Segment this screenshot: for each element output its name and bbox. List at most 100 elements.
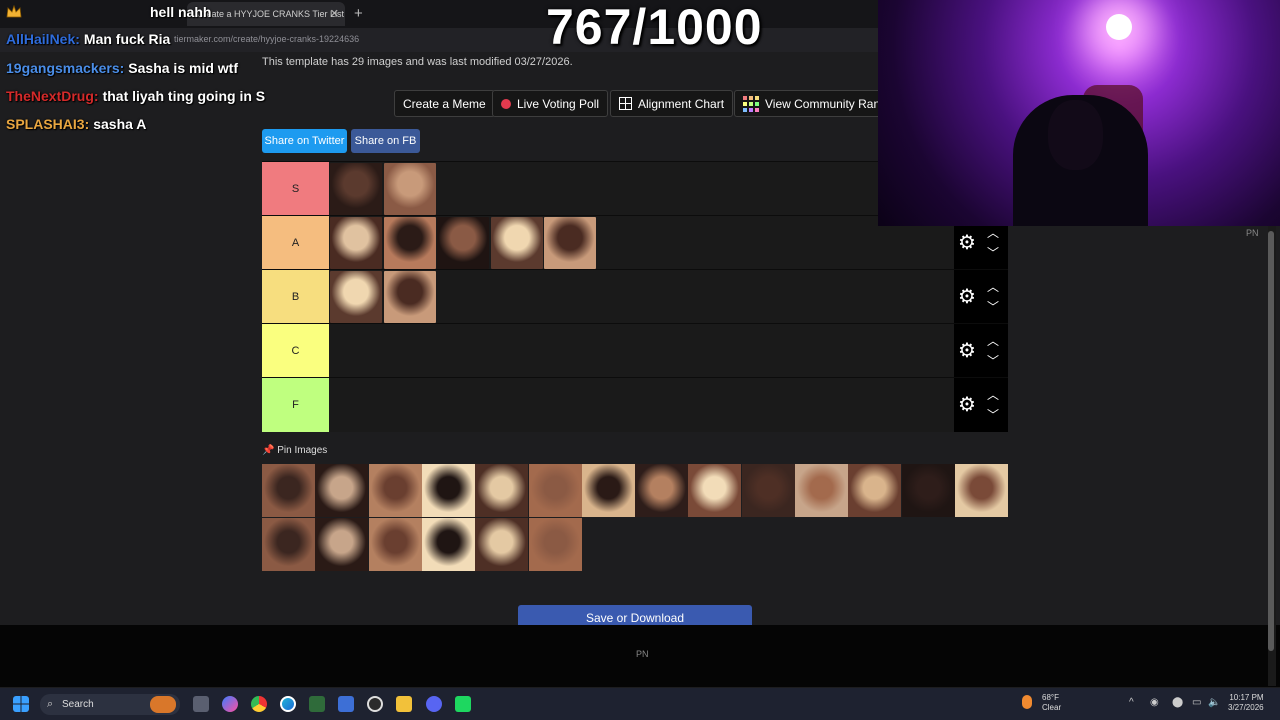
tier-dropzone[interactable]: [329, 270, 954, 324]
tier-dropzone[interactable]: [329, 324, 954, 378]
url-text[interactable]: tiermaker.com/create/hyyjoe-cranks-19224…: [174, 34, 359, 44]
tier-image[interactable]: [383, 163, 436, 215]
system-clock[interactable]: 10:17 PM 3/27/2026: [1228, 693, 1264, 713]
record-dot-icon: [501, 98, 511, 109]
gear-icon[interactable]: ⚙: [958, 233, 976, 253]
pool-image[interactable]: [315, 464, 369, 517]
microphone-icon[interactable]: ⬤: [1172, 697, 1183, 708]
tier-image[interactable]: [330, 217, 382, 269]
chevron-up-icon[interactable]: ︿: [987, 386, 999, 403]
pool-image[interactable]: [421, 464, 475, 517]
pin-images-label: Pin Images: [277, 445, 328, 456]
pin-images-toggle[interactable]: 📌 Pin Images: [262, 445, 327, 456]
store-icon[interactable]: [338, 696, 354, 712]
scrollbar-thumb[interactable]: [1268, 231, 1274, 651]
copilot-icon[interactable]: [222, 696, 238, 712]
pool-image[interactable]: [528, 518, 582, 571]
pool-image[interactable]: [635, 464, 689, 517]
pool-image[interactable]: [901, 464, 955, 517]
gear-icon[interactable]: ⚙: [958, 341, 976, 361]
obs-icon[interactable]: [367, 696, 383, 712]
tier-dropzone[interactable]: [329, 378, 954, 432]
chrome-icon[interactable]: [251, 696, 267, 712]
tier-label[interactable]: S: [262, 162, 329, 216]
chat-username: SPLASHAI3:: [6, 116, 90, 132]
create-meme-label: Create a Meme: [403, 96, 486, 111]
tier-label[interactable]: F: [262, 378, 329, 432]
tier-image[interactable]: [383, 271, 436, 323]
gear-icon[interactable]: ⚙: [958, 287, 976, 307]
chevron-up-icon[interactable]: ︿: [987, 332, 999, 349]
tier-image[interactable]: [330, 271, 382, 323]
share-fb-button[interactable]: Share on FB: [351, 129, 420, 153]
pool-image[interactable]: [688, 464, 742, 517]
gear-icon[interactable]: ⚙: [958, 395, 976, 415]
clock-date: 3/27/2026: [1228, 703, 1264, 712]
chat-message: SPLASHAI3: sasha A: [6, 116, 146, 132]
scrollbar[interactable]: [1268, 226, 1276, 686]
chevron-down-icon[interactable]: ﹀: [987, 244, 999, 261]
pool-image[interactable]: [475, 518, 529, 571]
pool-image[interactable]: [581, 464, 635, 517]
pool-image[interactable]: [528, 464, 582, 517]
volume-icon[interactable]: 🔈: [1208, 697, 1220, 708]
tier-label[interactable]: C: [262, 324, 329, 378]
pool-image[interactable]: [262, 518, 315, 571]
share-twitter-button[interactable]: Share on Twitter: [262, 129, 347, 153]
vpn-icon[interactable]: ◉: [1150, 697, 1159, 708]
share-twitter-label: Share on Twitter: [264, 135, 345, 147]
chevron-down-icon[interactable]: ﹀: [987, 406, 999, 423]
app-icon[interactable]: [309, 696, 325, 712]
tier-label[interactable]: A: [262, 216, 329, 270]
chat-text: Man fuck Ria: [83, 31, 171, 47]
tier-image[interactable]: [437, 217, 489, 269]
footer-logo: PN: [636, 649, 649, 659]
close-icon[interactable]: ✕: [330, 7, 339, 20]
alignment-chart-button[interactable]: Alignment Chart: [610, 90, 734, 117]
tier-image[interactable]: [544, 217, 596, 269]
pool-image[interactable]: [368, 518, 422, 571]
app-icon-green[interactable]: [455, 696, 471, 712]
tier-dropzone[interactable]: [329, 216, 954, 270]
weather-widget[interactable]: 68°F Clear: [1022, 693, 1061, 713]
discord-icon[interactable]: [426, 696, 442, 712]
pool-image[interactable]: [954, 464, 1008, 517]
windows-start-icon[interactable]: [13, 696, 29, 712]
network-icon[interactable]: ▭: [1192, 697, 1201, 708]
pool-image[interactable]: [262, 464, 315, 517]
tier-image[interactable]: [490, 217, 543, 269]
chevron-down-icon[interactable]: ﹀: [987, 352, 999, 369]
chevron-down-icon[interactable]: ﹀: [987, 298, 999, 315]
grid-icon: [619, 97, 632, 110]
pool-image[interactable]: [368, 464, 422, 517]
community-label: View Community Rank: [765, 96, 887, 111]
tier-label[interactable]: B: [262, 270, 329, 324]
tier-controls: ⚙ ︿ ﹀: [954, 378, 1008, 432]
chevron-up-icon[interactable]: ^: [1129, 697, 1134, 708]
edge-icon[interactable]: [280, 696, 296, 712]
chat-username: 19gangsmackers:: [6, 60, 125, 76]
pool-image[interactable]: [475, 464, 529, 517]
live-voting-poll-button[interactable]: Live Voting Poll: [492, 90, 609, 117]
search-icon: ⌕: [47, 698, 54, 710]
view-community-rank-button[interactable]: View Community Rank: [734, 90, 896, 117]
tier-dropzone[interactable]: [329, 162, 954, 216]
webcam-overlay: [878, 0, 1280, 226]
new-tab-button[interactable]: +: [354, 5, 363, 22]
tier-controls: ⚙ ︿ ﹀: [954, 270, 1008, 324]
pool-image[interactable]: [421, 518, 475, 571]
pool-image[interactable]: [315, 518, 369, 571]
chevron-up-icon[interactable]: ︿: [987, 224, 999, 241]
pool-image[interactable]: [741, 464, 795, 517]
file-explorer-icon[interactable]: [396, 696, 412, 712]
task-view-icon[interactable]: [193, 696, 209, 712]
tier-image[interactable]: [330, 163, 382, 215]
goal-counter: 767/1000: [546, 0, 763, 55]
page-footer: PN: [0, 625, 1280, 687]
pool-image[interactable]: [795, 464, 848, 517]
pool-image[interactable]: [848, 464, 902, 517]
tier-image[interactable]: [383, 217, 436, 269]
chevron-up-icon[interactable]: ︿: [987, 278, 999, 295]
taskbar-search[interactable]: ⌕ Search: [40, 694, 180, 715]
create-meme-button[interactable]: Create a Meme: [394, 90, 495, 117]
